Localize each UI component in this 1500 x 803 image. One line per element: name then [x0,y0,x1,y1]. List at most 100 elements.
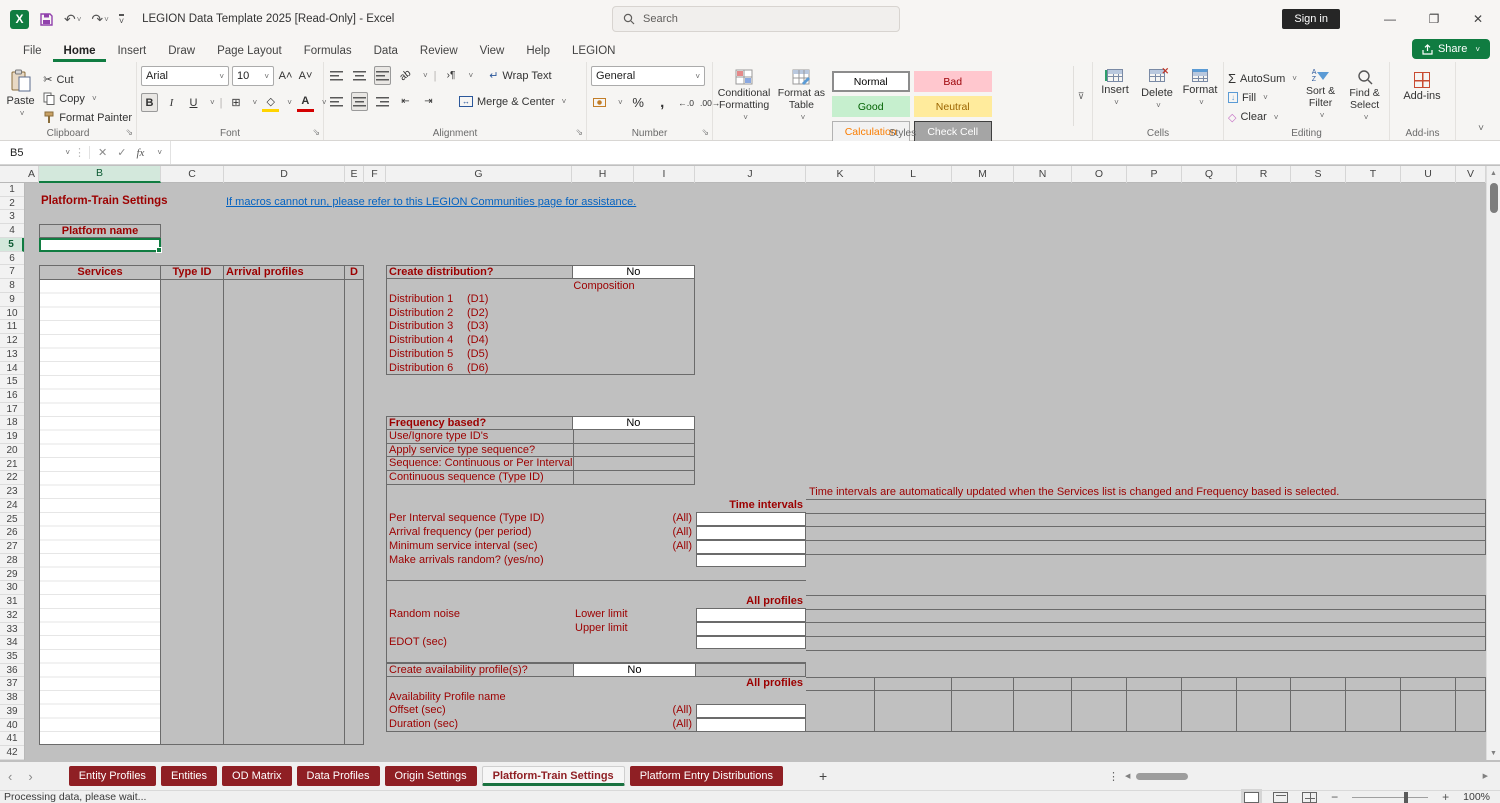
percent-style-icon[interactable]: % [630,93,647,112]
row-header-42[interactable]: 42 [0,746,24,760]
share-dropdown-icon[interactable]: ˅ [1475,45,1480,54]
underline-dropdown-icon[interactable]: ˅ [210,98,215,107]
ribbon-tab-data[interactable]: Data [363,41,409,62]
italic-button[interactable]: I [163,93,180,112]
page-layout-view-icon[interactable] [1273,791,1289,803]
row-header-22[interactable]: 22 [0,471,24,486]
format-cells-dropdown-icon[interactable]: ˅ [1199,98,1204,107]
availability-band-cell[interactable] [1072,690,1127,732]
row-header-9[interactable]: 9 [0,293,24,307]
frequency-option-cell[interactable] [573,457,694,471]
row-header-6[interactable]: 6 [0,252,24,266]
availability-band-cell[interactable] [806,678,875,691]
text-direction-icon[interactable]: ›¶ [443,66,460,85]
column-header-M[interactable]: M [952,166,1014,183]
availability-band-cell[interactable] [1456,678,1486,691]
clear-button[interactable]: ◇ Clear ˅ [1228,109,1297,126]
row-header-2[interactable]: 2 [0,197,24,211]
interval-value-cell[interactable] [696,553,806,568]
column-header-U[interactable]: U [1401,166,1456,183]
availability-band-cell[interactable] [1182,678,1237,691]
row-header-20[interactable]: 20 [0,444,24,458]
availability-band-cell[interactable] [1291,690,1346,732]
save-icon[interactable] [39,12,54,27]
align-bottom-icon[interactable] [374,66,391,85]
increase-font-icon[interactable]: A˄ [277,67,294,86]
column-header-F[interactable]: F [364,166,386,183]
row-header-21[interactable]: 21 [0,458,24,472]
column-header-C[interactable]: C [161,166,224,183]
prev-sheet-icon[interactable]: ‹ [0,769,20,784]
row-header-5[interactable]: 5 [0,237,24,252]
increase-indent-icon[interactable]: ⇥ [420,92,437,111]
increase-decimal-icon[interactable]: ←.0 [678,93,695,112]
format-as-table-dropdown-icon[interactable]: ˅ [801,113,806,122]
row-header-18[interactable]: 18 [0,416,24,431]
column-header-A[interactable]: A [25,166,39,183]
next-sheet-icon[interactable]: › [20,769,40,784]
wrap-text-button[interactable]: ↵ Wrap Text [489,66,551,85]
customize-quick-access-icon[interactable]: ˅ [118,13,125,25]
frequency-based-value-cell[interactable]: No [571,417,694,429]
column-header-S[interactable]: S [1291,166,1346,183]
number-format-select[interactable]: General ˅ [591,66,705,86]
insert-cells-dropdown-icon[interactable]: ˅ [1114,98,1119,107]
interval-value-cell[interactable] [696,512,806,527]
ribbon-tab-formulas[interactable]: Formulas [293,41,363,62]
row-header-24[interactable]: 24 [0,499,24,513]
column-header-D[interactable]: D [224,166,345,183]
format-painter-button[interactable]: Format Painter [43,109,132,126]
confirm-entry-icon[interactable]: ✓ [117,146,126,159]
create-distribution-value-cell[interactable]: No [571,266,694,278]
arrival-profiles-column[interactable] [224,280,345,744]
services-input-column[interactable] [40,280,161,744]
conditional-formatting-button[interactable]: Conditional Formatting ˅ [717,66,771,126]
ribbon-tab-view[interactable]: View [469,41,516,62]
create-availability-value-cell[interactable]: No [572,664,696,676]
accounting-dropdown-icon[interactable]: ˅ [618,98,623,107]
tab-bar-options-icon[interactable]: ⋮ [1102,770,1125,783]
clipboard-dialog-launcher-icon[interactable]: ⇘ [125,127,133,138]
scroll-up-icon[interactable]: ▲ [1490,166,1497,180]
scroll-down-icon[interactable]: ▼ [1490,746,1497,760]
selected-cell-b5[interactable] [39,238,162,253]
row-header-12[interactable]: 12 [0,334,24,348]
row-header-7[interactable]: 7 [0,265,24,280]
zoom-level[interactable]: 100% [1463,791,1490,803]
merge-center-button[interactable]: ↔ Merge & Center ˅ [459,92,566,111]
availability-band-cell[interactable] [1014,678,1072,691]
row-header-10[interactable]: 10 [0,307,24,321]
ribbon-tab-help[interactable]: Help [515,41,561,62]
styles-gallery-more-icon[interactable]: ⊽ [1073,66,1088,126]
column-header-P[interactable]: P [1127,166,1182,183]
align-center-icon[interactable] [351,92,368,111]
availability-band-cell[interactable] [952,690,1014,732]
align-top-icon[interactable] [328,66,345,85]
align-left-icon[interactable] [328,92,345,111]
sort-filter-button[interactable]: AZ Sort & Filter ˅ [1301,66,1340,126]
autosum-button[interactable]: Σ AutoSum ˅ [1228,70,1297,87]
offset-cell[interactable] [696,704,806,719]
zoom-out-icon[interactable]: − [1331,790,1338,803]
fill-dropdown-icon[interactable]: ˅ [1263,93,1268,102]
row-header-19[interactable]: 19 [0,430,24,444]
cell-style-good[interactable]: Good [831,96,910,117]
comma-style-icon[interactable]: , [654,93,671,112]
column-header-Q[interactable]: Q [1182,166,1237,183]
formula-bar-expand-icon[interactable]: ˅ [157,148,162,157]
availability-band-cell[interactable] [806,690,875,732]
insert-cells-button[interactable]: Insert ˅ [1097,66,1133,126]
row-header-25[interactable]: 25 [0,513,24,527]
paste-button[interactable]: Paste ˅ [4,66,37,126]
copy-button[interactable]: Copy ˅ [43,90,132,107]
row-header-34[interactable]: 34 [0,636,24,650]
orientation-icon[interactable]: ab [393,63,418,88]
availability-band-cell[interactable] [1127,678,1182,691]
close-button[interactable]: ✕ [1456,0,1500,38]
bold-button[interactable]: B [141,93,158,112]
availability-band-cell[interactable] [875,690,952,732]
row-header-27[interactable]: 27 [0,540,24,554]
type-id-column[interactable] [161,280,224,744]
row-header-3[interactable]: 3 [0,210,24,225]
edot-cell[interactable] [696,635,806,650]
